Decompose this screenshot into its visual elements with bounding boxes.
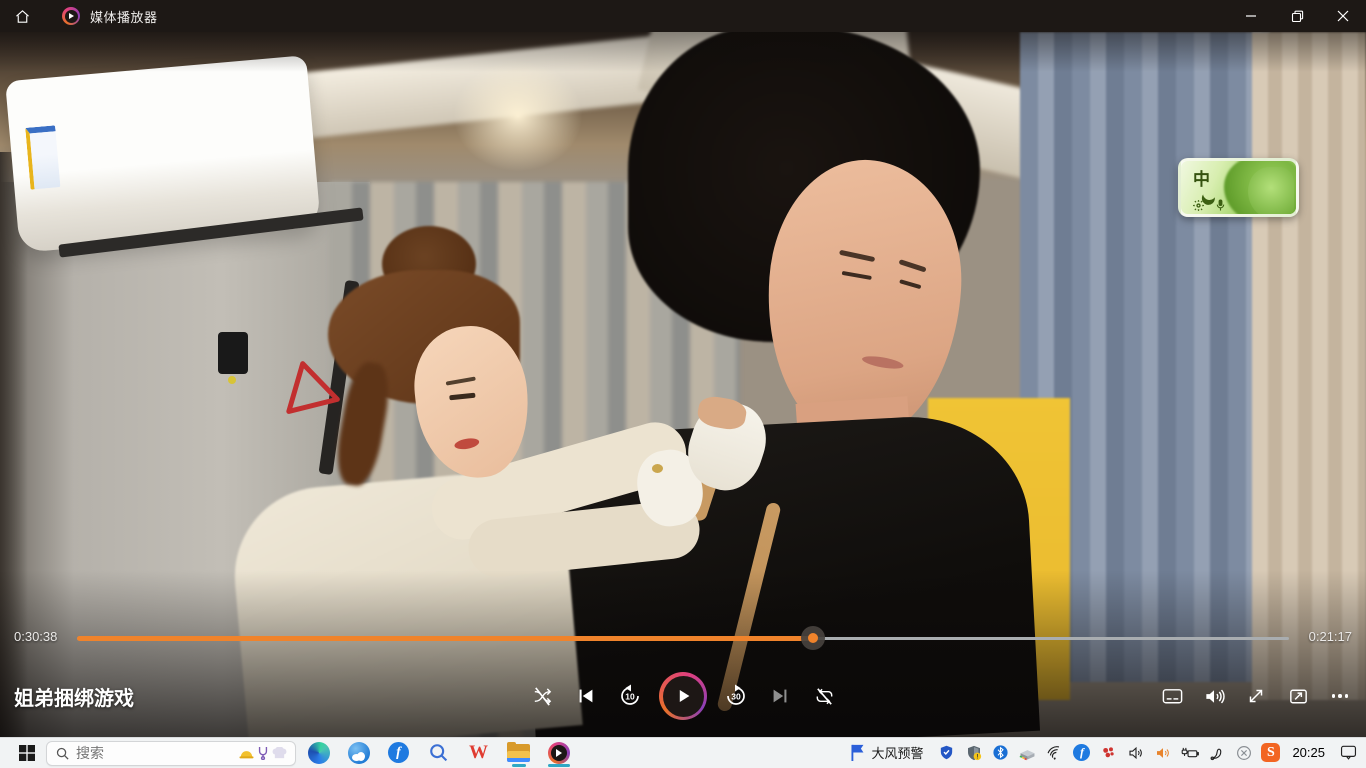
search-input[interactable] — [76, 745, 206, 761]
brother-brow-left — [839, 250, 875, 262]
power-plug-icon[interactable] — [1180, 743, 1199, 762]
skip-back-10-button[interactable]: 10 — [610, 674, 650, 718]
taskbar-app-search-tool[interactable] — [426, 737, 451, 768]
watch-glint — [652, 464, 663, 473]
close-button[interactable] — [1320, 0, 1366, 32]
taskbar-app-file-explorer[interactable] — [506, 737, 531, 768]
sister-brow — [446, 376, 476, 385]
weather-label: 大风预警 — [871, 743, 923, 762]
mini-player-button[interactable] — [1278, 674, 1318, 718]
taskbar-apps: f W — [306, 737, 571, 768]
svg-text:10: 10 — [625, 692, 635, 702]
restore-button[interactable] — [1274, 0, 1320, 32]
media-player-logo — [62, 7, 80, 25]
titlebar: 媒体播放器 — [0, 0, 1366, 32]
play-button[interactable] — [659, 672, 707, 720]
ime-mic-icon[interactable] — [1215, 199, 1226, 217]
audio-manager-icon[interactable] — [1153, 743, 1172, 762]
flash-icon: f — [388, 742, 409, 763]
seek-thumb[interactable] — [801, 626, 825, 650]
wps-icon: W — [469, 742, 488, 764]
taskbar-app-wps[interactable]: W — [466, 737, 491, 768]
notification-center-icon[interactable] — [1339, 743, 1358, 762]
top-gradient — [0, 32, 1366, 72]
repeat-off-button[interactable] — [804, 674, 844, 718]
minimize-button[interactable] — [1228, 0, 1274, 32]
cloud-browser-icon — [348, 742, 370, 764]
hardhat-icon — [239, 747, 254, 760]
brother-brow-right — [898, 259, 926, 272]
stethoscope-icon — [257, 746, 269, 760]
search-doodle — [239, 746, 287, 760]
bluetooth-icon[interactable] — [991, 743, 1010, 762]
home-button[interactable] — [0, 0, 44, 32]
search-box[interactable] — [46, 741, 296, 766]
taskbar-app-flash[interactable]: f — [386, 737, 411, 768]
taskbar-app-media-player[interactable] — [546, 737, 571, 768]
search-icon — [55, 746, 70, 761]
video-surface[interactable] — [0, 32, 1366, 737]
play-icon — [663, 676, 704, 717]
brother-eye-left — [842, 271, 872, 280]
clock[interactable]: 20:25 — [1292, 745, 1325, 760]
volume-button[interactable] — [1194, 674, 1234, 718]
restore-icon — [1291, 10, 1304, 23]
wall-device — [218, 332, 248, 374]
defender-warning-icon[interactable]: ! — [964, 743, 983, 762]
shuffle-off-button[interactable] — [522, 674, 562, 718]
svg-text:!: ! — [976, 754, 978, 760]
system-volume-icon[interactable] — [1126, 743, 1145, 762]
taskbar-app-edge[interactable] — [306, 737, 331, 768]
taskbar-tray: 大风预警 ! f — [849, 737, 1358, 768]
stylus-pen-icon[interactable] — [1207, 743, 1226, 762]
printer-tray-icon[interactable] — [1018, 743, 1037, 762]
weather-widget[interactable]: 大风预警 — [849, 743, 923, 762]
app-title: 媒体播放器 — [90, 7, 158, 26]
sister-lips — [454, 437, 480, 451]
active-indicator — [548, 764, 570, 767]
edge-icon — [308, 742, 330, 764]
ime-gear-icon[interactable] — [1192, 199, 1205, 217]
seek-bar[interactable] — [77, 636, 1289, 640]
taskbar-app-browser[interactable] — [346, 737, 371, 768]
signal-waves-icon[interactable] — [1045, 743, 1064, 762]
time-elapsed: 0:30:38 — [14, 629, 57, 644]
secondary-controls — [1152, 674, 1360, 718]
previous-button[interactable] — [566, 674, 606, 718]
sogou-ime-icon[interactable]: S — [1261, 743, 1280, 762]
wind-flag-icon — [849, 743, 866, 762]
ime-leaf-art-inner — [1248, 167, 1294, 217]
close-icon — [1337, 10, 1349, 22]
energy-label — [25, 125, 60, 189]
minimize-icon — [1245, 10, 1257, 22]
chefhat-icon — [272, 747, 287, 760]
windows-logo-icon — [19, 745, 35, 761]
screen: 媒体播放器 中 — [0, 0, 1366, 768]
seek-played[interactable] — [77, 636, 813, 641]
more-options-button[interactable] — [1320, 674, 1360, 718]
wall-device-knob — [228, 376, 236, 384]
svg-text:30: 30 — [731, 692, 741, 702]
running-indicator — [512, 764, 526, 767]
security-shield-icon[interactable] — [937, 743, 956, 762]
skip-forward-30-button[interactable]: 30 — [716, 674, 756, 718]
time-remaining: 0:21:17 — [1309, 629, 1352, 644]
magnifier-app-icon — [428, 742, 449, 763]
home-icon — [14, 8, 31, 25]
ime-status-widget[interactable]: 中 — [1178, 158, 1299, 217]
file-explorer-icon — [507, 744, 530, 762]
red-cluster-icon[interactable] — [1099, 743, 1118, 762]
start-button[interactable] — [8, 738, 46, 768]
downlight — [448, 56, 588, 176]
sister-eye — [449, 393, 475, 401]
flash-tray-icon[interactable]: f — [1072, 743, 1091, 762]
brother-mouth — [861, 354, 904, 371]
next-button[interactable] — [760, 674, 800, 718]
media-player-icon — [548, 742, 570, 764]
more-icon — [1332, 694, 1349, 698]
disconnected-icon[interactable] — [1234, 743, 1253, 762]
fullscreen-button[interactable] — [1236, 674, 1276, 718]
brother-eye-right — [899, 279, 921, 289]
subtitles-button[interactable] — [1152, 674, 1192, 718]
